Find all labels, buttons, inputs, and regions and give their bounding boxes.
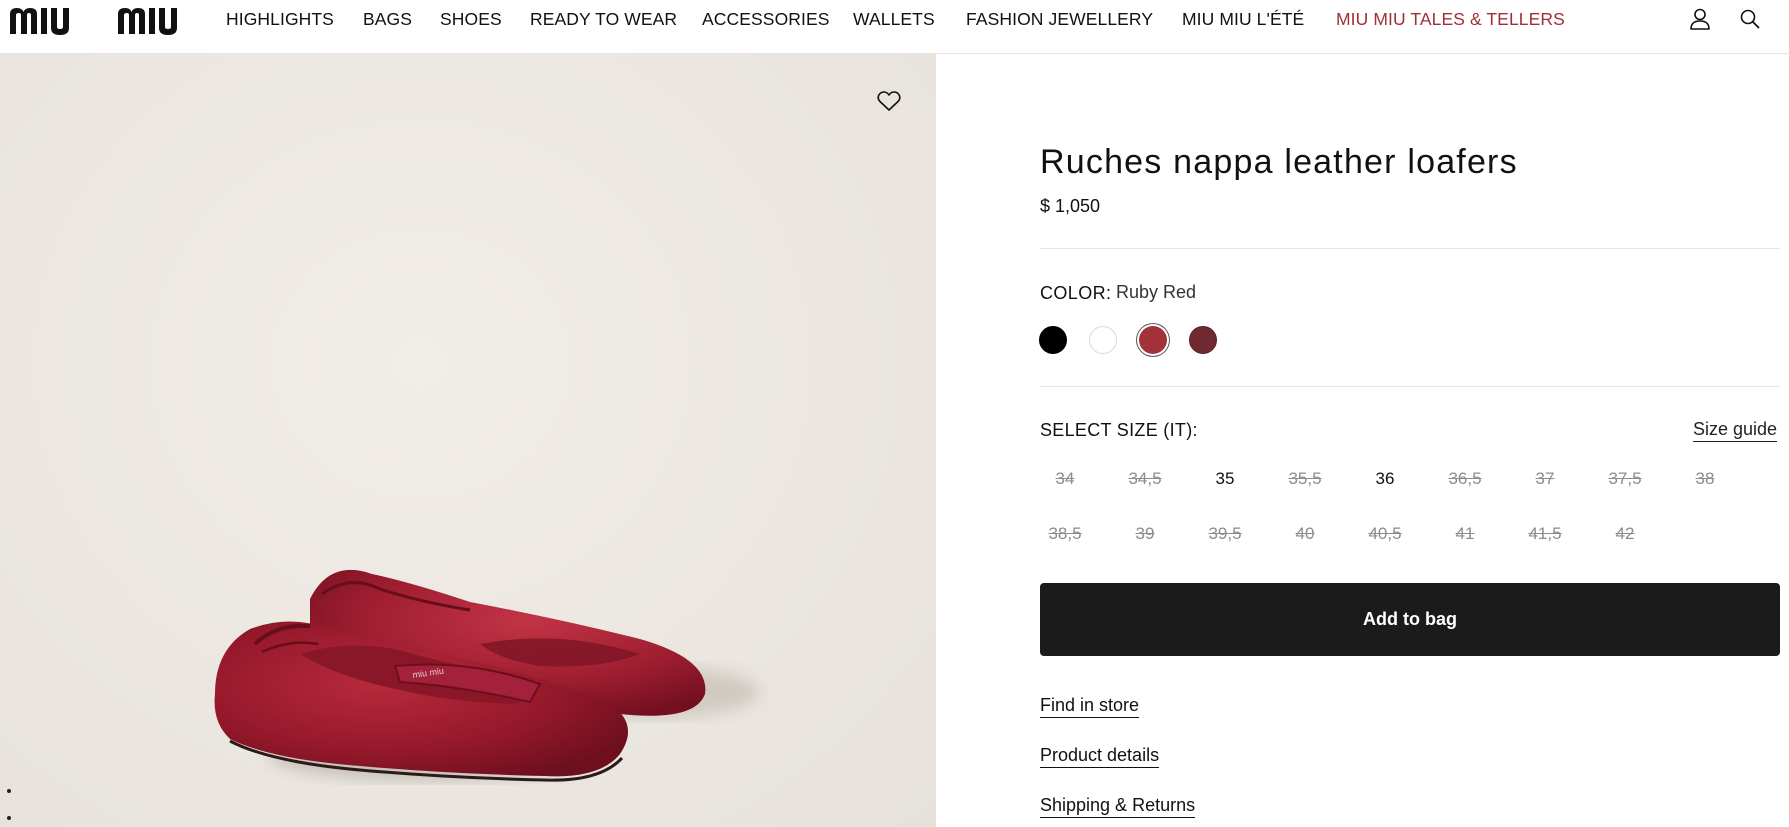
size-option[interactable]: 38 bbox=[1665, 469, 1745, 489]
size-option[interactable]: 41,5 bbox=[1505, 524, 1585, 544]
nav-tales-and-tellers[interactable]: MIU MIU TALES & TELLERS bbox=[1336, 9, 1565, 30]
product-price: $ 1,050 bbox=[1040, 196, 1101, 216]
heart-icon[interactable] bbox=[876, 89, 902, 113]
size-option[interactable]: 34,5 bbox=[1105, 469, 1185, 489]
size-option[interactable]: 37,5 bbox=[1585, 469, 1665, 489]
swatch-burgundy[interactable] bbox=[1189, 326, 1217, 354]
nav-accessories[interactable]: ACCESSORIES bbox=[702, 9, 830, 30]
product-title: Ruches nappa leather loafers bbox=[1040, 143, 1518, 181]
shipping-returns-link[interactable]: Shipping & Returns bbox=[1040, 795, 1196, 818]
size-option[interactable]: 35,5 bbox=[1265, 469, 1345, 489]
product-image-panel: miu miu bbox=[0, 54, 936, 827]
swatch-ruby-red[interactable] bbox=[1139, 326, 1167, 354]
nav-bags[interactable]: BAGS bbox=[363, 9, 412, 30]
size-option[interactable]: 36 bbox=[1345, 469, 1425, 489]
miu-miu-logo[interactable] bbox=[8, 4, 194, 36]
size-option[interactable]: 40,5 bbox=[1345, 524, 1425, 544]
size-option[interactable]: 34 bbox=[1025, 469, 1105, 489]
product-photo: miu miu bbox=[214, 569, 760, 782]
size-option[interactable]: 40 bbox=[1265, 524, 1345, 544]
size-option[interactable]: 37 bbox=[1505, 469, 1585, 489]
swatch-black[interactable] bbox=[1039, 326, 1067, 354]
color-label: COLOR: bbox=[1040, 283, 1112, 303]
size-option[interactable]: 39,5 bbox=[1185, 524, 1265, 544]
add-to-bag-button[interactable]: Add to bag bbox=[1040, 583, 1780, 656]
size-label: SELECT SIZE (IT): bbox=[1040, 420, 1198, 440]
size-option[interactable]: 35 bbox=[1185, 469, 1265, 489]
color-value: Ruby Red bbox=[1116, 282, 1197, 302]
nav-shoes[interactable]: SHOES bbox=[440, 9, 502, 30]
swatch-white[interactable] bbox=[1089, 326, 1117, 354]
carousel-dot-1[interactable] bbox=[7, 789, 11, 793]
site-header: HIGHLIGHTS BAGS SHOES READY TO WEAR ACCE… bbox=[0, 0, 1789, 54]
nav-wallets[interactable]: WALLETS bbox=[853, 9, 935, 30]
divider bbox=[1040, 386, 1780, 387]
size-option[interactable]: 36,5 bbox=[1425, 469, 1505, 489]
size-option[interactable]: 39 bbox=[1105, 524, 1185, 544]
size-option[interactable]: 41 bbox=[1425, 524, 1505, 544]
search-icon[interactable] bbox=[1737, 6, 1763, 32]
nav-miu-miu-lete[interactable]: MIU MIU L'ÉTÉ bbox=[1182, 9, 1304, 30]
carousel-dot-2[interactable] bbox=[7, 816, 11, 820]
find-in-store-link[interactable]: Find in store bbox=[1040, 695, 1140, 718]
size-option[interactable]: 38,5 bbox=[1025, 524, 1105, 544]
divider bbox=[1040, 248, 1780, 249]
nav-fashion-jewellery[interactable]: FASHION JEWELLERY bbox=[966, 9, 1153, 30]
nav-ready-to-wear[interactable]: READY TO WEAR bbox=[530, 9, 677, 30]
nav-highlights[interactable]: HIGHLIGHTS bbox=[226, 9, 334, 30]
size-guide-link[interactable]: Size guide bbox=[1693, 419, 1778, 442]
size-option[interactable]: 42 bbox=[1585, 524, 1665, 544]
product-details-link[interactable]: Product details bbox=[1040, 745, 1160, 768]
account-icon[interactable] bbox=[1687, 6, 1713, 32]
